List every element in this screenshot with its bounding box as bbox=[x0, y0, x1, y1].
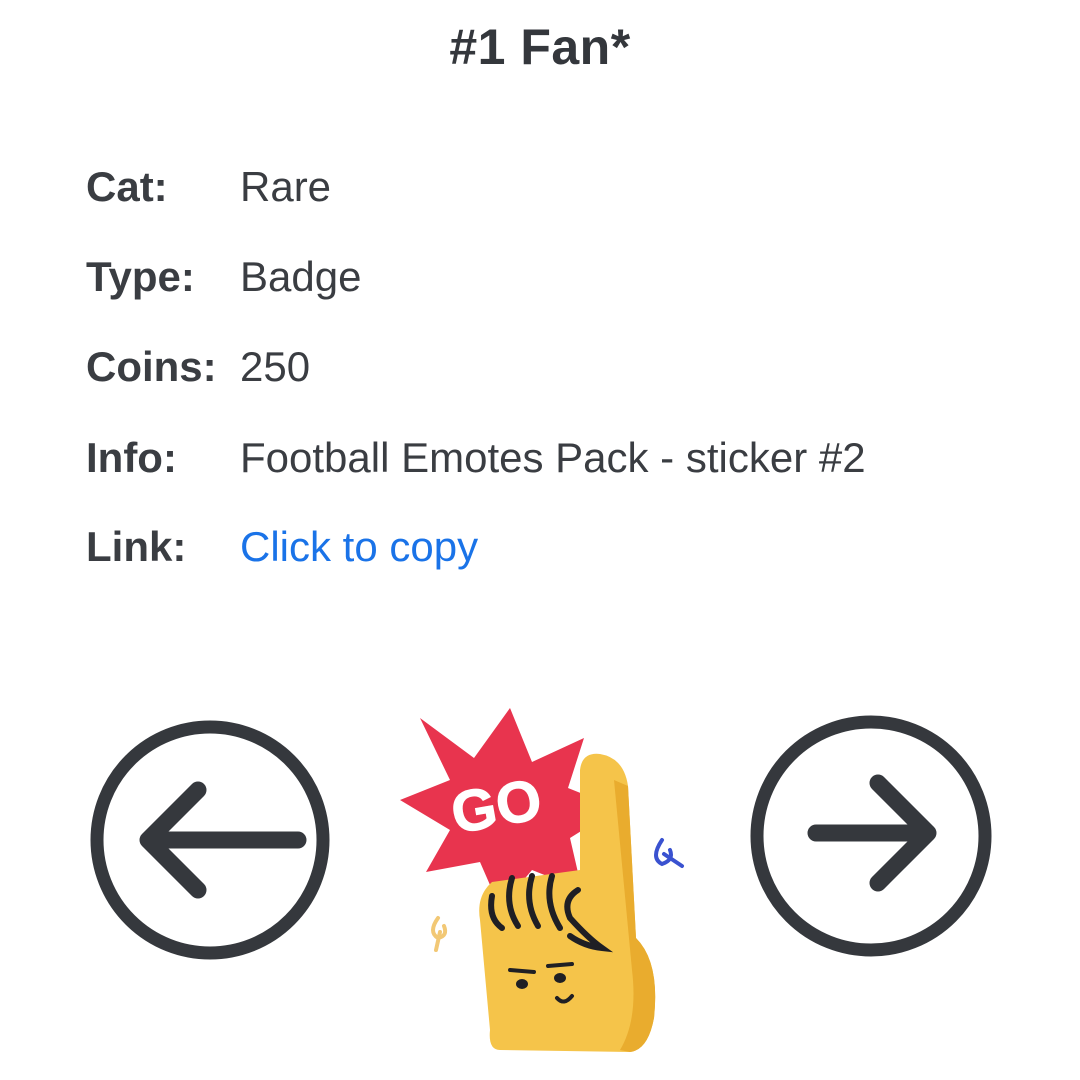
info-label: Info: bbox=[86, 434, 177, 481]
foam-finger-icon: GO bbox=[400, 708, 684, 1052]
coins-value: 250 bbox=[240, 343, 311, 390]
foam-finger-sticker: GO bbox=[392, 700, 692, 1070]
arrow-left-circle-icon bbox=[90, 720, 330, 960]
coins-label: Coins: bbox=[86, 343, 217, 390]
previous-button[interactable] bbox=[88, 718, 332, 962]
type-value: Badge bbox=[240, 253, 362, 300]
info-row-link: Link: Click to copy bbox=[86, 517, 478, 577]
link-label: Link: bbox=[86, 523, 187, 570]
copy-link[interactable]: Click to copy bbox=[240, 523, 478, 571]
info-value: Football Emotes Pack - sticker #2 bbox=[240, 434, 866, 481]
info-row-coins: Coins: 250 bbox=[86, 337, 310, 397]
type-label: Type: bbox=[86, 253, 195, 300]
page-title: #1 Fan* bbox=[449, 19, 631, 75]
cat-label: Cat: bbox=[86, 163, 168, 210]
cat-value: Rare bbox=[240, 163, 332, 210]
info-row-type: Type: Badge bbox=[86, 247, 361, 307]
next-button[interactable] bbox=[748, 713, 994, 959]
info-row-cat: Cat: Rare bbox=[86, 157, 331, 217]
arrow-right-circle-icon bbox=[750, 715, 992, 957]
info-row-info: Info: Football Emotes Pack - sticker #2 bbox=[86, 428, 866, 488]
